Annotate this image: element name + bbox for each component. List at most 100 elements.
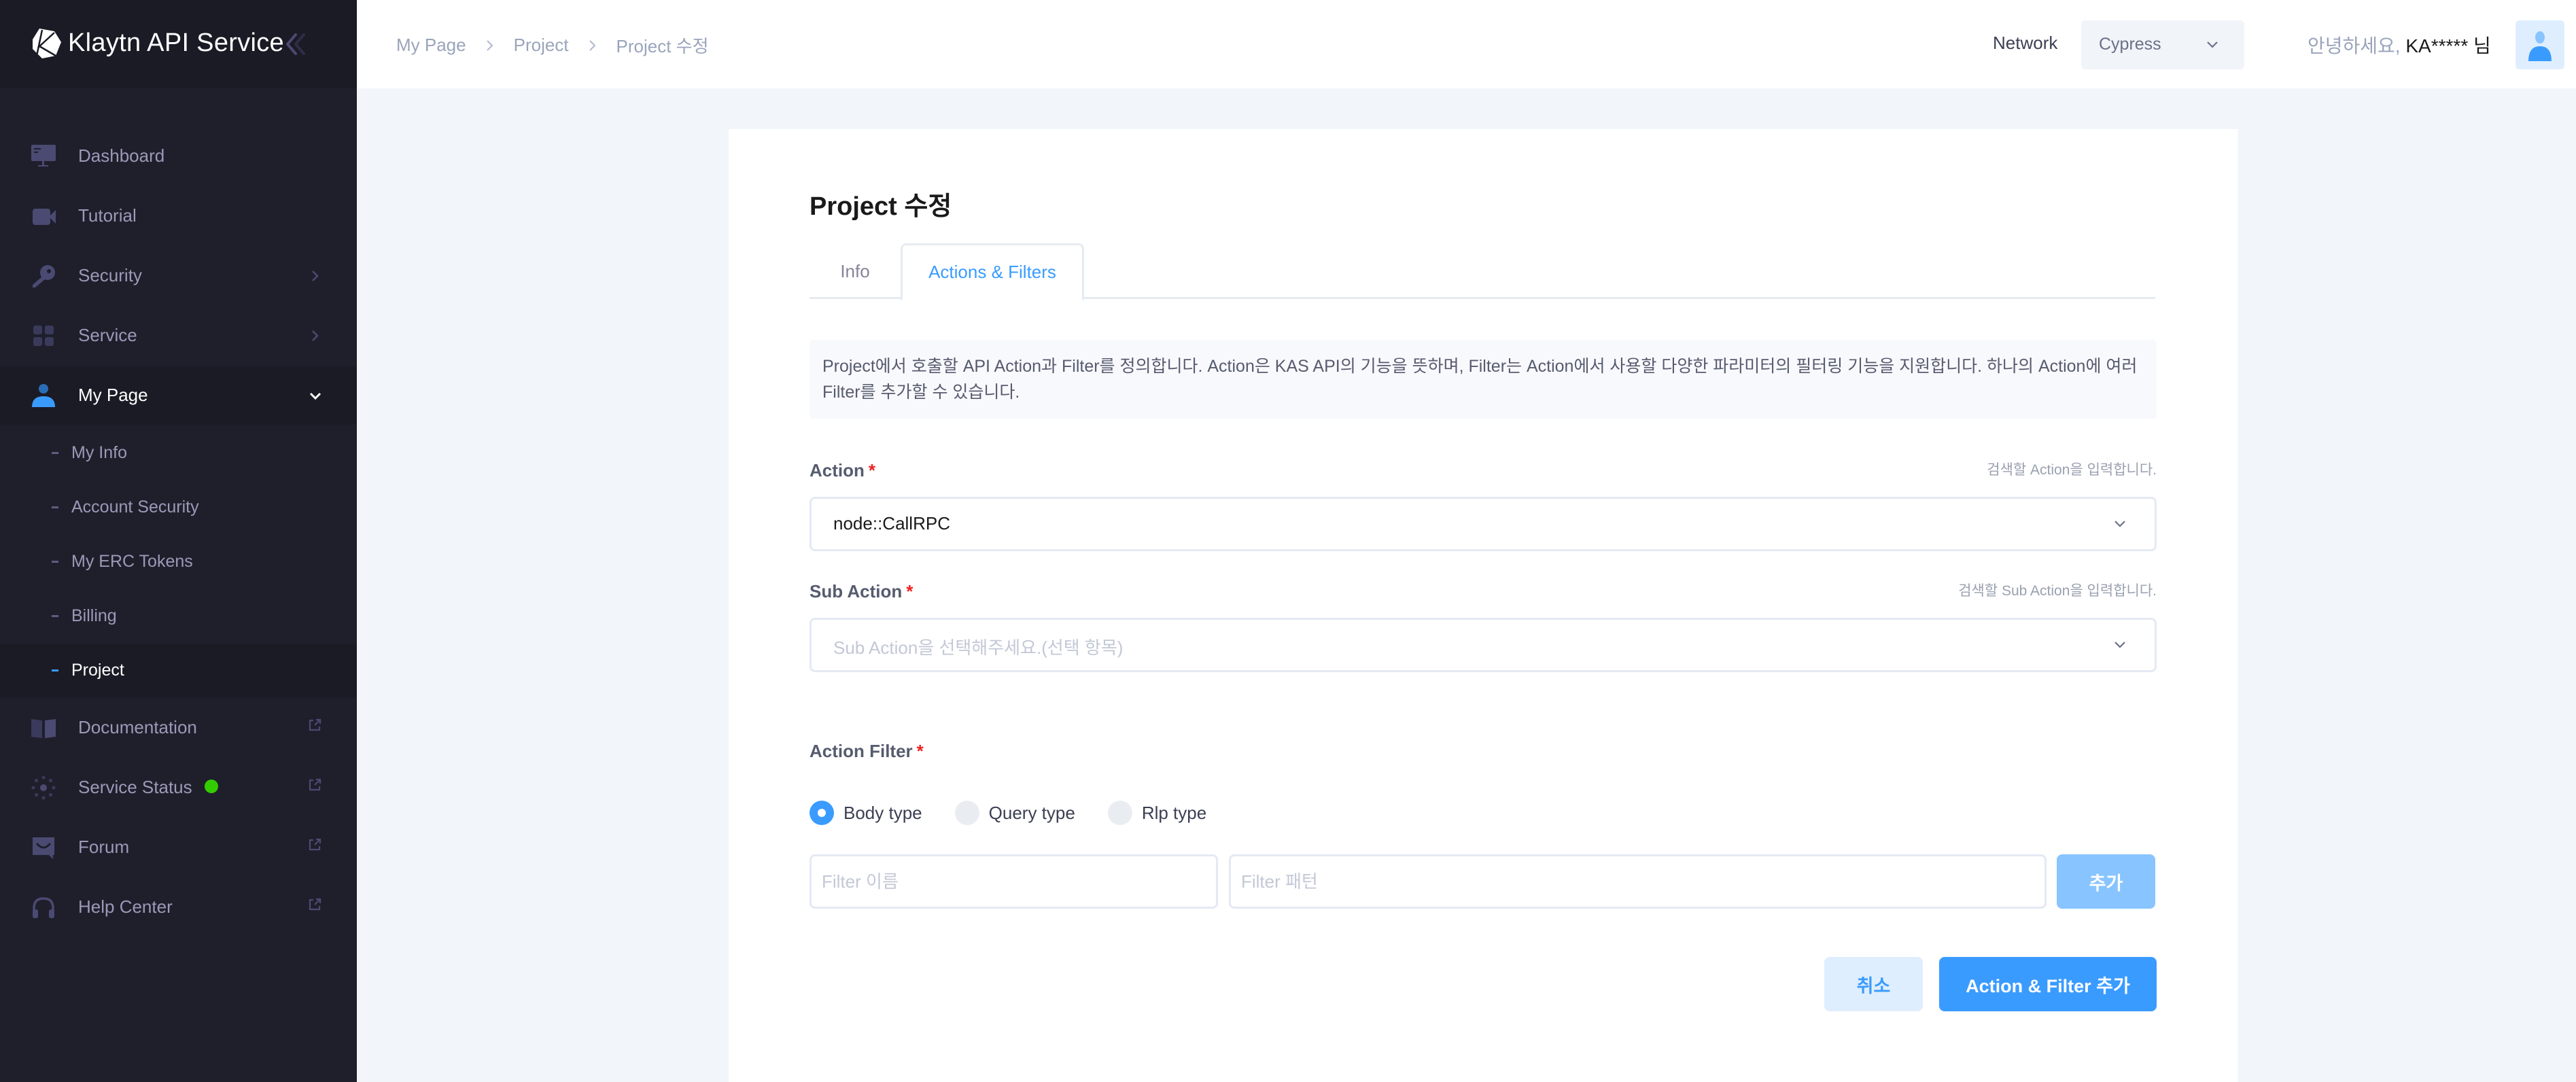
tab-info[interactable]: Info xyxy=(810,243,901,299)
sidebar-subitem-account-security[interactable]: Account Security xyxy=(0,481,357,535)
headphones-icon xyxy=(33,897,54,918)
sidebar-subitem-my-info[interactable]: My Info xyxy=(0,426,357,481)
action-selected-value: node::CallRPC xyxy=(833,513,950,534)
chevron-right-icon xyxy=(312,270,319,281)
key-icon xyxy=(33,265,55,287)
username: KA***** xyxy=(2405,35,2469,56)
network-label: Network xyxy=(1993,33,2058,53)
sidebar-item-label: Help Center xyxy=(78,896,173,917)
top-header: My Page Project Project 수정 Network Cypre… xyxy=(357,0,2576,88)
klaytn-logo-icon xyxy=(33,29,61,58)
required-mark: * xyxy=(906,581,913,601)
filter-type-radio-group: Body type Query type Rlp type xyxy=(810,801,1239,825)
breadcrumb-current: Project 수정 xyxy=(616,36,709,56)
project-edit-card: Project 수정 Info Actions & Filters Projec… xyxy=(729,129,2238,1082)
breadcrumb: My Page Project Project 수정 xyxy=(396,33,709,58)
sidebar-item-label: Service xyxy=(78,325,137,345)
breadcrumb-my-page[interactable]: My Page xyxy=(396,35,466,56)
filter-pattern-input[interactable] xyxy=(1229,854,2047,909)
action-select[interactable]: node::CallRPC xyxy=(810,497,2157,551)
grid-icon xyxy=(33,326,54,346)
greeting-suffix: 님 xyxy=(2473,35,2491,56)
sidebar-item-security[interactable]: Security xyxy=(0,247,357,305)
user-icon xyxy=(32,384,55,407)
sidebar-item-label: Service Status xyxy=(78,777,218,798)
sidebar-item-documentation[interactable]: Documentation xyxy=(0,699,357,757)
chevron-down-icon xyxy=(2114,521,2125,527)
sidebar-item-service[interactable]: Service xyxy=(0,307,357,365)
chat-bubble-icon xyxy=(33,837,54,859)
sidebar-item-forum[interactable]: Forum xyxy=(0,818,357,877)
sidebar-item-label: My Page xyxy=(78,385,148,405)
sidebar-subitem-project[interactable]: Project xyxy=(0,644,357,698)
user-avatar-button[interactable] xyxy=(2516,20,2564,69)
external-link-icon xyxy=(309,838,321,851)
radio-checked-indicator[interactable] xyxy=(810,801,834,825)
sidebar-item-label: Security xyxy=(78,265,142,285)
add-action-filter-button[interactable]: Action & Filter 추가 xyxy=(1939,957,2157,1011)
sub-action-hint: 검색할 Sub Action을 입력합니다. xyxy=(1958,583,2157,599)
radio-unchecked-indicator[interactable] xyxy=(1107,801,1132,825)
dash-marker xyxy=(52,506,58,508)
sub-action-placeholder: Sub Action을 선택해주세요.(선택 항목) xyxy=(833,638,1124,658)
dash-marker xyxy=(52,615,58,617)
app-title: Klaytn API Service xyxy=(68,29,284,57)
sun-status-icon xyxy=(31,775,56,800)
radio-body-type[interactable]: Body type xyxy=(810,801,922,825)
radio-unchecked-indicator[interactable] xyxy=(954,801,979,825)
video-camera-icon xyxy=(33,209,56,225)
add-filter-button[interactable]: 추가 xyxy=(2057,854,2155,909)
sub-action-select[interactable]: Sub Action을 선택해주세요.(선택 항목) xyxy=(810,618,2157,672)
action-label-text: Action xyxy=(810,460,865,481)
sidebar-subitem-label: Project xyxy=(71,661,124,680)
page-title: Project 수정 xyxy=(810,192,952,221)
cancel-button[interactable]: 취소 xyxy=(1824,957,1923,1011)
tab-actions-filters[interactable]: Actions & Filters xyxy=(901,243,1084,301)
sidebar-item-label: Documentation xyxy=(78,717,197,737)
chevron-right-icon xyxy=(589,39,595,51)
sidebar-item-help-center[interactable]: Help Center xyxy=(0,878,357,937)
filter-name-input[interactable] xyxy=(810,854,1218,909)
sidebar-subitem-label: Billing xyxy=(71,606,117,625)
required-mark: * xyxy=(916,741,924,761)
sidebar-item-label: Tutorial xyxy=(78,205,137,226)
sidebar-subitem-label: My Info xyxy=(71,443,127,462)
radio-label: Body type xyxy=(843,802,922,823)
network-selected-value: Cypress xyxy=(2099,35,2161,54)
sidebar-item-service-status[interactable]: Service Status xyxy=(0,758,357,817)
sidebar-item-my-page[interactable]: My Page xyxy=(0,366,357,425)
dash-marker xyxy=(52,452,58,454)
greeting-prefix: 안녕하세요, xyxy=(2308,35,2401,56)
dash-marker xyxy=(52,669,58,671)
action-filter-label: Action Filter * xyxy=(810,741,924,762)
collapse-sidebar-icon[interactable] xyxy=(282,31,309,58)
action-hint: 검색할 Action을 입력합니다. xyxy=(1987,462,2157,478)
sidebar-subitem-billing[interactable]: Billing xyxy=(0,589,357,644)
network-select[interactable]: Cypress xyxy=(2081,20,2244,69)
chevron-right-icon xyxy=(312,330,319,341)
sidebar-subitem-label: Account Security xyxy=(71,498,199,517)
sidebar-item-tutorial[interactable]: Tutorial xyxy=(0,187,357,245)
external-link-icon xyxy=(309,778,321,791)
chevron-down-icon xyxy=(2207,41,2218,48)
required-mark: * xyxy=(868,460,876,481)
tab-bar: Info Actions & Filters xyxy=(810,243,2155,301)
chevron-down-icon xyxy=(309,392,321,400)
action-filter-label-text: Action Filter xyxy=(810,741,913,761)
radio-query-type[interactable]: Query type xyxy=(954,801,1075,825)
chevron-right-icon xyxy=(486,39,493,51)
radio-label: Query type xyxy=(988,802,1075,823)
sub-action-label: Sub Action * xyxy=(810,581,913,602)
radio-rlp-type[interactable]: Rlp type xyxy=(1107,801,1207,825)
monitor-icon xyxy=(31,145,56,167)
book-icon xyxy=(31,719,56,738)
sidebar-item-dashboard[interactable]: Dashboard xyxy=(0,127,357,186)
info-notice: Project에서 호출할 API Action과 Filter를 정의합니다.… xyxy=(810,340,2157,419)
sidebar: Klaytn API Service Dashboard Tutorial Se… xyxy=(0,0,357,1082)
sidebar-subitem-my-erc-tokens[interactable]: My ERC Tokens xyxy=(0,535,357,589)
greeting: 안녕하세요, KA***** 님 xyxy=(2308,31,2491,58)
sub-action-label-text: Sub Action xyxy=(810,581,903,601)
user-icon xyxy=(2528,31,2552,61)
breadcrumb-project[interactable]: Project xyxy=(514,35,569,56)
radio-label: Rlp type xyxy=(1141,802,1207,823)
